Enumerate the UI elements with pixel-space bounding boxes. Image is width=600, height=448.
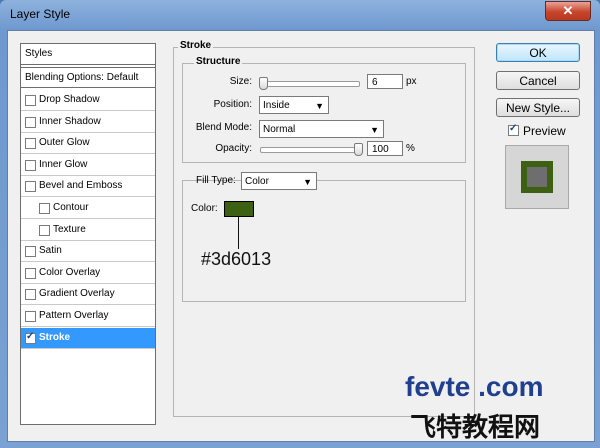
style-item-label: Color Overlay — [39, 266, 101, 278]
style-item-texture[interactable]: Texture — [21, 220, 155, 241]
blending-options[interactable]: Blending Options: Default — [21, 67, 155, 88]
layer-style-dialog: Layer Style ✕ Styles Blending Options: D… — [0, 0, 600, 448]
style-item-label: Gradient Overlay — [39, 288, 115, 300]
style-item-label: Satin — [39, 245, 62, 257]
style-item-label: Pattern Overlay — [39, 310, 109, 321]
ok-button[interactable]: OK — [496, 43, 580, 62]
blending-options-label: Blending Options: Default — [25, 72, 139, 83]
annotation-line — [238, 217, 239, 249]
style-item-satin[interactable]: Satin — [21, 241, 155, 263]
preview-thumbnail — [505, 145, 569, 209]
chevron-down-icon: ▼ — [303, 177, 312, 187]
size-slider-thumb[interactable] — [258, 77, 268, 90]
fill-group — [182, 180, 466, 302]
style-checkbox[interactable] — [25, 267, 36, 279]
blend-mode-label: Blend Mode: — [195, 122, 252, 133]
opacity-slider-thumb[interactable] — [354, 143, 363, 156]
style-item-pattern-overlay[interactable]: Pattern Overlay — [21, 306, 155, 327]
style-checkbox[interactable] — [25, 159, 36, 171]
opacity-input[interactable]: 100 — [367, 141, 403, 156]
style-item-outer-glow[interactable]: Outer Glow — [21, 133, 155, 155]
preview-label: Preview — [523, 124, 566, 138]
color-label: Color: — [191, 203, 218, 214]
style-item-label: Contour — [53, 202, 89, 213]
style-item-label: Outer Glow — [39, 137, 90, 149]
style-item-label: Inner Shadow — [39, 115, 101, 127]
close-button[interactable]: ✕ — [545, 1, 591, 21]
style-item-gradient-overlay[interactable]: Gradient Overlay — [21, 284, 155, 306]
style-item-inner-glow[interactable]: Inner Glow — [21, 155, 155, 176]
position-label: Position: — [213, 99, 252, 110]
style-checkbox[interactable] — [25, 95, 36, 106]
style-checkbox[interactable] — [25, 331, 36, 344]
style-item-label: Stroke — [39, 331, 71, 343]
preview-checkbox[interactable] — [508, 123, 519, 136]
preview-stroke — [521, 161, 553, 193]
size-slider-track[interactable] — [260, 81, 360, 87]
style-checkbox[interactable] — [25, 311, 36, 322]
opacity-unit: % — [406, 143, 415, 154]
style-item-bevel-and-emboss[interactable]: Bevel and Emboss — [21, 176, 155, 198]
opacity-label: Opacity: — [215, 143, 252, 154]
fill-type-value: Color — [245, 176, 269, 187]
fill-type-label: Fill Type: — [196, 175, 236, 186]
style-checkbox[interactable] — [25, 138, 36, 150]
position-select[interactable]: Inside ▼ — [259, 96, 329, 114]
style-item-label: Bevel and Emboss — [39, 180, 123, 192]
style-item-contour[interactable]: Contour — [21, 198, 155, 219]
style-checkbox[interactable] — [25, 289, 36, 301]
style-item-stroke[interactable]: Stroke — [21, 327, 155, 349]
styles-header[interactable]: Styles — [21, 44, 155, 65]
style-item-inner-shadow[interactable]: Inner Shadow — [21, 112, 155, 133]
dialog-body: Styles Blending Options: Default Drop Sh… — [7, 30, 595, 442]
watermark-logo: fevte .com — [405, 371, 544, 402]
opacity-slider-track[interactable] — [260, 147, 360, 153]
blend-mode-value: Normal — [263, 124, 296, 135]
styles-header-label: Styles — [25, 48, 53, 59]
blend-mode-select[interactable]: Normal ▼ — [259, 120, 384, 138]
style-checkbox[interactable] — [39, 203, 50, 214]
color-annotation: #3d6013 — [201, 249, 272, 269]
style-item-drop-shadow[interactable]: Drop Shadow — [21, 90, 155, 111]
close-icon: ✕ — [562, 3, 574, 18]
position-value: Inside — [263, 100, 290, 111]
style-checkbox[interactable] — [39, 224, 50, 236]
style-checkbox[interactable] — [25, 181, 36, 193]
new-style-button[interactable]: New Style... — [496, 98, 580, 117]
style-item-label: Drop Shadow — [39, 94, 100, 105]
structure-title: Structure — [194, 56, 243, 67]
chevron-down-icon: ▼ — [370, 125, 379, 135]
size-label: Size: — [229, 76, 252, 87]
title-bar[interactable]: Layer Style ✕ — [0, 0, 600, 30]
color-swatch[interactable] — [224, 201, 254, 217]
style-item-label: Inner Glow — [39, 158, 88, 170]
preview-fill — [527, 167, 547, 187]
style-item-color-overlay[interactable]: Color Overlay — [21, 263, 155, 284]
style-item-label: Texture — [53, 223, 86, 235]
stroke-title: Stroke — [178, 40, 214, 51]
style-checkbox[interactable] — [25, 246, 36, 258]
styles-list: Styles Blending Options: Default Drop Sh… — [20, 43, 156, 425]
fill-type-select[interactable]: Color ▼ — [241, 172, 317, 190]
cancel-button[interactable]: Cancel — [496, 71, 580, 90]
window-title: Layer Style — [10, 7, 71, 21]
size-unit: px — [406, 76, 417, 87]
chevron-down-icon: ▼ — [315, 101, 324, 111]
size-input[interactable]: 6 — [367, 74, 403, 89]
watermark-chinese: 飞特教程网 — [410, 412, 541, 442]
style-checkbox[interactable] — [25, 116, 36, 128]
